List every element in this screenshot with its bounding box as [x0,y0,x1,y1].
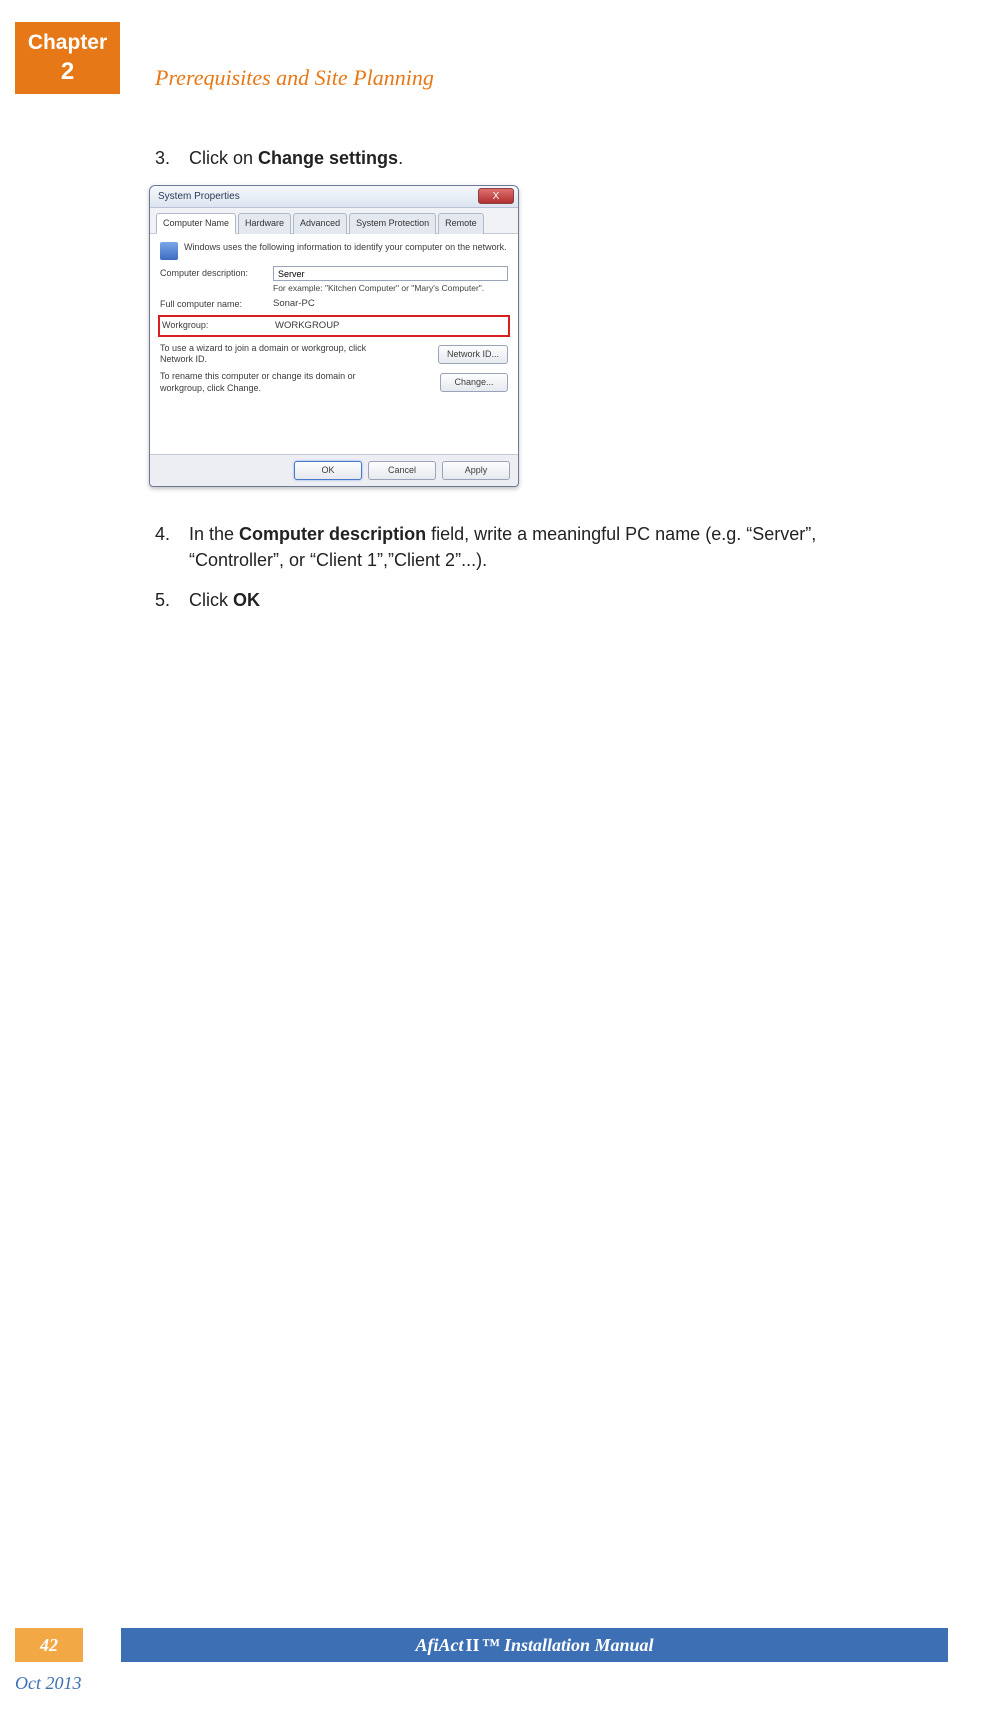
manual-post: ™ Installation Manual [481,1635,653,1656]
step-text-bold: Computer description [239,524,426,544]
system-properties-dialog: System Properties X Computer Name Hardwa… [149,185,519,487]
dialog-title: System Properties [158,191,240,202]
step-text-bold: Change settings [258,148,398,168]
step-number: 5. [155,587,170,613]
chapter-number: 2 [61,56,74,87]
dialog-body: Windows uses the following information t… [150,234,518,454]
step-number: 4. [155,521,170,547]
chapter-tab: Chapter 2 [15,22,120,94]
step-text-bold: OK [233,590,260,610]
tab-advanced[interactable]: Advanced [293,213,347,234]
ok-button[interactable]: OK [294,461,362,480]
page-content: 3. Click on Change settings. System Prop… [155,145,895,627]
step-3: 3. Click on Change settings. [155,145,895,171]
change-button[interactable]: Change... [440,373,508,392]
step-4: 4. In the Computer description field, wr… [155,521,895,573]
dialog-tabs: Computer Name Hardware Advanced System P… [150,208,518,234]
manual-roman: II [463,1635,481,1656]
step-text-pre: In the [189,524,239,544]
workgroup-highlight: Workgroup: WORKGROUP [158,315,510,337]
page-footer: 42 AfiAct II ™ Installation Manual [15,1628,948,1662]
tab-system-protection[interactable]: System Protection [349,213,436,234]
page-number: 42 [15,1628,83,1662]
workgroup-label: Workgroup: [162,319,267,332]
desc-label: Computer description: [160,267,265,280]
computer-icon [160,242,178,260]
dialog-titlebar: System Properties X [150,186,518,208]
tab-remote[interactable]: Remote [438,213,484,234]
manual-title-bar: AfiAct II ™ Installation Manual [121,1628,948,1662]
computer-description-input[interactable] [273,266,508,281]
wizard-text: To use a wizard to join a domain or work… [160,343,390,366]
dialog-button-bar: OK Cancel Apply [150,454,518,486]
step-5: 5. Click OK [155,587,895,613]
network-id-button[interactable]: Network ID... [438,345,508,364]
cancel-button[interactable]: Cancel [368,461,436,480]
tab-hardware[interactable]: Hardware [238,213,291,234]
step-text-pre: Click on [189,148,258,168]
dialog-info-text: Windows uses the following information t… [184,242,507,260]
step-number: 3. [155,145,170,171]
fullname-label: Full computer name: [160,298,265,311]
step-text-pre: Click [189,590,233,610]
tab-computer-name[interactable]: Computer Name [156,213,236,234]
fullname-value: Sonar-PC [273,297,315,311]
desc-example: For example: "Kitchen Computer" or "Mary… [273,283,508,293]
manual-pre: AfiAct [415,1635,463,1656]
workgroup-value: WORKGROUP [275,319,339,333]
footer-date: Oct 2013 [15,1673,82,1694]
chapter-label: Chapter [28,29,107,56]
step-text-post: . [398,148,403,168]
close-icon[interactable]: X [478,188,514,204]
section-title: Prerequisites and Site Planning [155,65,434,91]
rename-text: To rename this computer or change its do… [160,371,390,394]
apply-button[interactable]: Apply [442,461,510,480]
